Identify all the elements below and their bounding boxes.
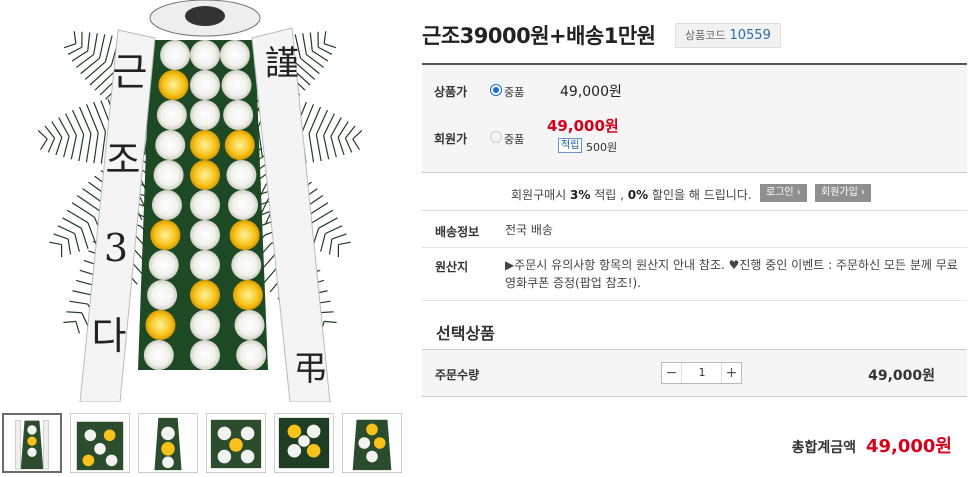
member-price-option: 중품 <box>504 133 525 146</box>
thumbnail-strip <box>2 413 404 473</box>
thumbnail-image <box>4 415 60 471</box>
thumbnail-image <box>275 414 333 472</box>
origin-row: 원산지 ▶주문시 유의사항 항목의 원산지 안내 참조. ♥진행 중인 이벤트 … <box>422 248 967 301</box>
member-price-value: 49,000원 <box>547 117 619 135</box>
wreath-illustration: 근조 3 다 謹弔 <box>0 0 402 402</box>
points-value: 500원 <box>586 141 618 154</box>
list-price-option: 중품 <box>504 86 525 99</box>
thumbnail-5[interactable] <box>274 413 334 473</box>
product-code-label: 상품코드 <box>685 29 726 42</box>
ribbon-left-char: 다 <box>92 314 127 358</box>
shipping-row: 배송정보 전국 배송 <box>422 212 967 248</box>
thumbnail-image <box>139 414 197 472</box>
title-row: 근조39000원+배송1만원 상품코드 10559 <box>422 20 967 50</box>
selection-box: 주문수량 − + 49,000원 <box>422 349 967 397</box>
product-code-badge: 상품코드 10559 <box>675 23 781 48</box>
member-price-radio[interactable] <box>490 131 502 143</box>
ribbon-right-char: 謹 <box>265 44 299 84</box>
quantity-increase-button[interactable]: + <box>721 363 741 383</box>
thumbnail-image <box>207 414 265 472</box>
benefit-mid: 적립 , <box>590 188 628 202</box>
ribbon-left-char: 조 <box>106 138 141 182</box>
shipping-value: 전국 배송 <box>505 223 553 237</box>
list-price-value: 49,000원 <box>560 84 622 100</box>
ribbon-right-char: 弔 <box>293 349 327 389</box>
member-benefit-text: 회원구매시 3% 적립 , 0% 할인을 해 드립니다. <box>511 186 752 203</box>
thumbnail-image <box>71 414 129 472</box>
benefit-discount: 0% <box>627 188 649 202</box>
selection-title: 선택상품 <box>436 324 495 343</box>
quantity-input[interactable] <box>683 363 721 383</box>
benefit-rate: 3% <box>570 188 591 202</box>
thumbnail-4[interactable] <box>206 413 266 473</box>
thumbnail-6[interactable] <box>342 413 402 473</box>
total-amount: 총합계금액 49,000원 <box>792 432 952 458</box>
price-box: 상품가 중품 49,000원 회원가 중품 49,000원 적립 500원 <box>422 63 967 173</box>
origin-label: 원산지 <box>435 260 469 274</box>
product-title: 근조39000원+배송1만원 <box>422 24 656 48</box>
origin-value: ▶주문시 유의사항 항목의 원산지 안내 참조. ♥진행 중인 이벤트 : 주문… <box>505 258 958 290</box>
total-value: 49,000원 <box>865 436 952 457</box>
shipping-label: 배송정보 <box>435 225 480 239</box>
login-button[interactable]: 로그인 › <box>760 184 807 202</box>
total-label: 총합계금액 <box>791 440 856 456</box>
product-code-value: 10559 <box>729 28 771 43</box>
quantity-decrease-button[interactable]: − <box>662 363 682 383</box>
list-price-radio[interactable] <box>490 84 502 96</box>
thumbnail-2[interactable] <box>70 413 130 473</box>
points-tag: 적립 <box>558 138 583 153</box>
benefit-suffix: 할인을 해 드립니다. <box>648 188 752 202</box>
ribbon-left-char: 3 <box>104 226 128 270</box>
thumbnail-3[interactable] <box>138 413 198 473</box>
selection-price: 49,000원 <box>868 368 935 384</box>
join-button[interactable]: 회원가입 › <box>815 184 871 202</box>
thumbnail-image <box>343 414 401 472</box>
quantity-stepper: − + <box>661 362 742 384</box>
member-price-label: 회원가 <box>434 132 468 146</box>
ribbon-left-char: 근 <box>113 50 148 94</box>
product-main-image: 근조 3 다 謹弔 <box>0 0 402 402</box>
benefit-prefix: 회원구매시 <box>511 188 571 202</box>
list-price-label: 상품가 <box>434 85 468 99</box>
quantity-label: 주문수량 <box>435 368 480 382</box>
member-benefit-row: 회원구매시 3% 적립 , 0% 할인을 해 드립니다. 로그인 › 회원가입 … <box>422 175 967 211</box>
thumbnail-1[interactable] <box>2 413 62 473</box>
